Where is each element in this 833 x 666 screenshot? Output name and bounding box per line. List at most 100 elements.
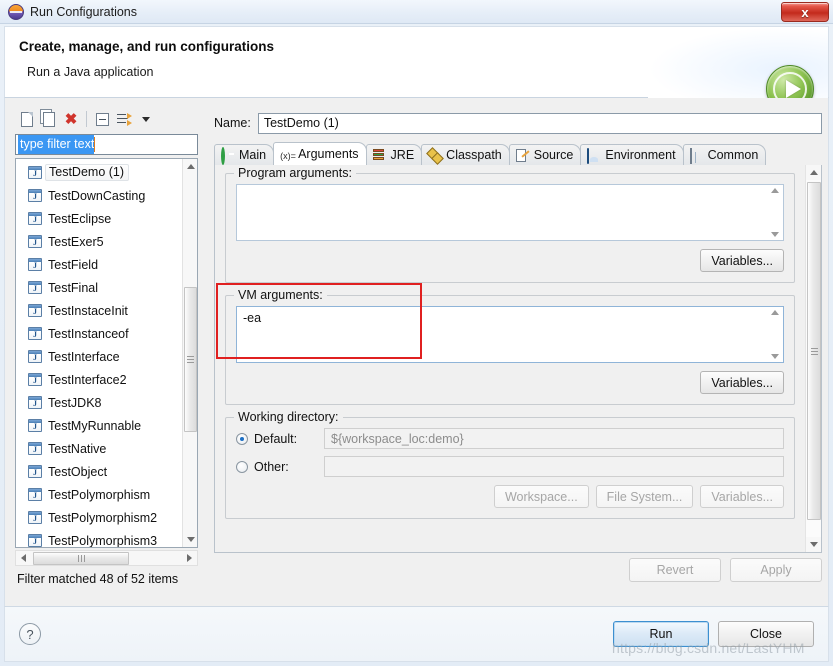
vm-arguments-scrollbar[interactable]	[768, 308, 782, 361]
source-pencil-icon	[516, 149, 530, 162]
common-panel-icon-glyph	[689, 147, 692, 164]
new-document-icon	[21, 111, 33, 127]
scroll-grip-icon	[810, 346, 818, 357]
tab-arguments[interactable]: (x)= Arguments	[273, 142, 367, 165]
tab-classpath[interactable]: Classpath	[421, 144, 510, 165]
java-launch-icon	[28, 212, 42, 225]
java-launch-icon	[28, 189, 42, 202]
tab-label: Arguments	[298, 147, 359, 161]
tree-item[interactable]: TestEclipse	[16, 207, 184, 230]
tree-scroll-right-button[interactable]	[182, 551, 197, 565]
chevron-up-icon	[771, 310, 779, 315]
working-directory-other-input[interactable]	[324, 456, 784, 477]
tree-horizontal-scrollbar[interactable]	[15, 550, 198, 566]
tree-item[interactable]: TestInstaceInit	[16, 299, 184, 322]
java-launch-icon	[28, 488, 42, 501]
program-arguments-group: Program arguments: Variables...	[225, 166, 795, 283]
tree-item[interactable]: TestInterface	[16, 345, 184, 368]
tree-scroll-down-button[interactable]	[183, 532, 197, 547]
tree-item[interactable]: TestInterface2	[16, 368, 184, 391]
tree-item[interactable]: TestPolymorphism3	[16, 529, 184, 547]
program-arguments-input[interactable]	[236, 184, 784, 241]
chevron-down-icon	[142, 116, 150, 122]
tab-jre[interactable]: JRE	[365, 144, 423, 165]
panel-scroll-down-button[interactable]	[806, 537, 821, 552]
filter-arrow-icon	[116, 112, 132, 126]
tree-scroll-left-button[interactable]	[16, 551, 31, 565]
program-variables-button[interactable]: Variables...	[700, 249, 784, 272]
tree-item[interactable]: TestJDK8	[16, 391, 184, 414]
run-play-triangle	[785, 80, 801, 98]
tree-vertical-scrollbar[interactable]	[182, 159, 197, 547]
arguments-xeq-icon-glyph: (x)=	[280, 150, 296, 161]
chevron-down-icon	[771, 232, 779, 237]
name-row: Name: TestDemo (1)	[214, 112, 822, 134]
chevron-up-icon	[809, 170, 818, 175]
tab-common[interactable]: Common	[682, 144, 767, 165]
working-directory-default-radio[interactable]	[236, 432, 248, 445]
delete-x-icon: ✖	[64, 110, 78, 128]
filter-configurations-button[interactable]	[114, 109, 134, 129]
panel-scroll-up-button[interactable]	[806, 165, 821, 180]
name-input[interactable]: TestDemo (1)	[257, 112, 822, 134]
common-panel-icon	[689, 147, 704, 164]
collapse-all-button[interactable]	[92, 109, 112, 129]
tree-item[interactable]: TestNative	[16, 437, 184, 460]
close-window-button[interactable]: x	[781, 2, 829, 22]
vm-arguments-input[interactable]: -ea	[236, 306, 784, 363]
tab-source[interactable]: Source	[508, 144, 582, 165]
apply-button[interactable]: Apply	[730, 558, 822, 582]
tree-item-label: TestFinal	[48, 280, 99, 295]
working-directory-filesystem-button[interactable]: File System...	[595, 485, 694, 508]
panel-vertical-scrollbar[interactable]	[805, 165, 821, 552]
tree-hscroll-thumb[interactable]	[33, 551, 129, 565]
java-launch-icon	[28, 419, 42, 432]
tree-item[interactable]: TestExer5	[16, 230, 184, 253]
toolbar-menu-button[interactable]	[136, 109, 156, 129]
tab-main[interactable]: Main	[214, 144, 275, 165]
tree-item[interactable]: TestObject	[16, 460, 184, 483]
duplicate-configuration-button[interactable]	[39, 109, 59, 129]
filter-input-value: type filter text	[18, 135, 95, 154]
new-configuration-button[interactable]	[17, 109, 37, 129]
tree-item[interactable]: TestDemo (1)	[16, 161, 184, 184]
vm-variables-button[interactable]: Variables...	[700, 371, 784, 394]
program-arguments-actions: Variables...	[236, 249, 784, 272]
working-directory-workspace-button[interactable]: Workspace...	[493, 485, 589, 508]
run-configurations-dialog: Run Configurations x Create, manage, and…	[0, 0, 833, 666]
working-directory-other-radio[interactable]	[236, 460, 248, 473]
close-button[interactable]: Close	[718, 621, 814, 647]
delete-configuration-button[interactable]: ✖	[61, 109, 81, 129]
working-directory-default-input[interactable]: ${workspace_loc:demo}	[324, 428, 784, 449]
tree-item[interactable]: TestFinal	[16, 276, 184, 299]
filter-input[interactable]: type filter text	[15, 134, 198, 155]
help-question-icon[interactable]: ?	[19, 623, 41, 645]
eclipse-icon	[8, 3, 24, 20]
tree-item[interactable]: TestMyRunnable	[16, 414, 184, 437]
tree-item[interactable]: TestDownCasting	[16, 184, 184, 207]
program-arguments-scrollbar[interactable]	[768, 186, 782, 239]
dialog-body: ✖ type filter text J TestDemo (1) J Test…	[4, 98, 829, 606]
main-circle-icon-glyph	[221, 146, 225, 165]
program-arguments-label: Program arguments:	[234, 166, 356, 180]
tab-environment[interactable]: Environment	[580, 144, 684, 165]
tree-item-label: TestEclipse	[48, 211, 112, 226]
panel-scroll-thumb[interactable]	[807, 182, 821, 520]
tree-item[interactable]: TestInstanceof	[16, 322, 184, 345]
vm-arguments-value: -ea	[243, 311, 262, 325]
apply-bar: Revert Apply	[214, 558, 822, 582]
configurations-tree[interactable]: TestDemo (1) TestDownCasting TestEclipse Te…	[15, 158, 198, 548]
tree-item[interactable]: TestPolymorphism2	[16, 506, 184, 529]
working-directory-variables-button[interactable]: Variables...	[700, 485, 784, 508]
tree-scroll-up-button[interactable]	[183, 159, 197, 174]
tree-item[interactable]: TestPolymorphism	[16, 483, 184, 506]
run-button[interactable]: Run	[613, 621, 709, 647]
working-directory-actions: Workspace... File System... Variables...	[236, 485, 784, 508]
tree-scroll-thumb[interactable]	[184, 287, 197, 432]
revert-button[interactable]: Revert	[629, 558, 721, 582]
java-launch-icon	[28, 350, 42, 363]
working-directory-label: Working directory:	[234, 410, 343, 424]
vm-arguments-group: VM arguments: -ea Variables...	[225, 288, 795, 405]
java-launch-icon	[28, 534, 42, 547]
tree-item[interactable]: TestField	[16, 253, 184, 276]
